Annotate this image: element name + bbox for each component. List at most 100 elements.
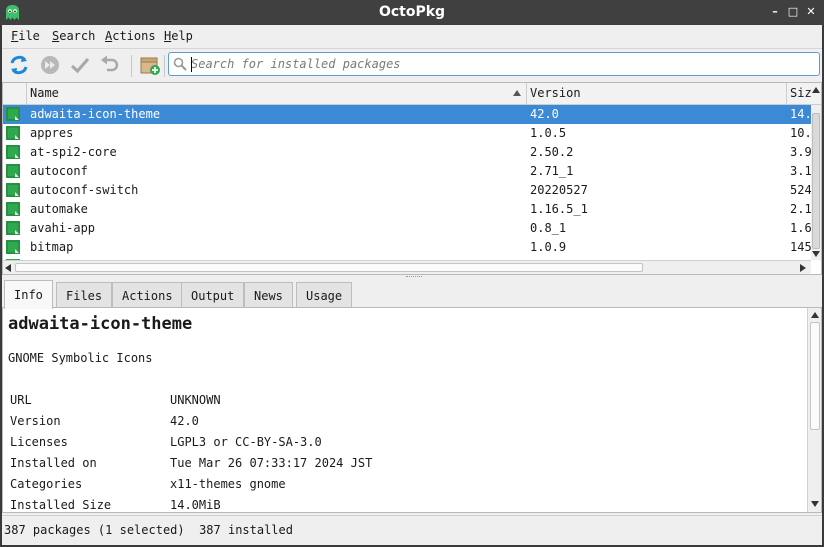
maximize-button[interactable]: □	[785, 3, 801, 21]
package-list-horizontal-scrollbar[interactable]	[3, 260, 811, 274]
column-header-name[interactable]: Name	[26, 83, 528, 104]
package-version: 20220527	[530, 183, 588, 197]
info-field-label: Installed Size	[10, 498, 112, 512]
package-row[interactable]: avahi-app 0.8_1 1.6MiB	[3, 219, 811, 238]
package-row[interactable]: adwaita-icon-theme 42.0 14.0MiB	[3, 105, 811, 124]
info-field-label: Licenses	[10, 435, 68, 449]
search-box[interactable]	[168, 52, 820, 76]
scroll-right-arrow-icon[interactable]	[800, 264, 806, 272]
package-size: 3.1MiB	[790, 164, 811, 178]
installed-package-icon	[6, 202, 20, 216]
tab-usage[interactable]: Usage	[296, 282, 353, 309]
info-field-label: Version	[10, 414, 61, 428]
installed-package-icon	[6, 221, 20, 235]
close-button[interactable]: ✕	[803, 3, 819, 21]
toolbar	[2, 48, 822, 81]
info-field-value: LGPL3 or CC-BY-SA-3.0	[170, 435, 322, 449]
info-field-label: Categories	[10, 477, 83, 491]
package-name: adwaita-icon-theme	[30, 107, 161, 121]
installed-package-icon	[6, 145, 20, 159]
toolbar-separator	[131, 55, 132, 77]
commit-icon[interactable]	[39, 54, 61, 76]
sort-ascending-icon	[513, 90, 521, 96]
text-caret	[191, 57, 192, 72]
window-title: OctoPkg	[378, 4, 446, 20]
install-local-package-icon[interactable]	[139, 54, 161, 76]
info-field-label: URL	[10, 393, 32, 407]
package-version: 0.8_1	[530, 221, 567, 235]
info-field-value: 42.0	[170, 414, 199, 428]
scrollbar-thumb[interactable]	[810, 322, 820, 430]
installed-package-icon	[6, 240, 20, 254]
menu-actions[interactable]: Actions	[105, 29, 156, 43]
package-row[interactable]: at-spi2-core 2.50.2 3.9MiB	[3, 143, 811, 162]
tab-info[interactable]: Info	[4, 280, 53, 309]
scroll-up-arrow-icon[interactable]	[811, 312, 819, 318]
tab-news[interactable]: News	[244, 282, 293, 309]
package-version: 2.71_1	[530, 164, 574, 178]
package-rows: adwaita-icon-theme 42.0 14.0MiB appres 1.0.5…	[3, 105, 811, 260]
scroll-down-arrow-icon[interactable]	[811, 501, 819, 507]
tab-actions[interactable]: Actions	[112, 282, 183, 309]
package-name: appres	[30, 126, 74, 140]
menu-file[interactable]: File	[11, 29, 40, 43]
package-row[interactable]: autoconf 2.71_1 3.1MiB	[3, 162, 811, 181]
scroll-left-arrow-icon[interactable]	[5, 264, 11, 272]
menu-bar: File Search Actions Help	[2, 25, 822, 47]
search-input[interactable]	[191, 54, 815, 74]
package-size: 14.0MiB	[790, 107, 811, 121]
info-field-value: x11-themes gnome	[170, 477, 286, 491]
status-bar: 387 packages (1 selected) 387 installed	[2, 515, 822, 543]
column-header-version[interactable]: Version	[526, 83, 788, 104]
installed-package-icon	[6, 126, 20, 140]
info-field-value: UNKNOWN	[170, 393, 221, 407]
installed-package-icon	[6, 183, 20, 197]
package-list: Name Version Size adwaita-icon-theme 42.0…	[2, 82, 822, 275]
splitter-handle[interactable]	[406, 276, 422, 279]
menu-search[interactable]: Search	[52, 29, 95, 43]
package-row[interactable]: appres 1.0.5 10.1KiB	[3, 124, 811, 143]
installed-package-icon	[6, 107, 20, 121]
tab-output[interactable]: Output	[181, 282, 245, 309]
status-text: 387 packages (1 selected) 387 installed	[4, 523, 293, 537]
package-list-vertical-scrollbar[interactable]	[811, 105, 821, 260]
minimize-button[interactable]: –	[767, 3, 783, 21]
info-package-name: adwaita-icon-theme	[8, 314, 193, 334]
info-field-label: Installed on	[10, 456, 97, 470]
scroll-up-arrow-icon[interactable]	[812, 87, 820, 93]
scrollbar-thumb[interactable]	[15, 263, 643, 272]
column-header-size[interactable]: Size	[786, 83, 811, 104]
package-list-header: Name Version Size	[3, 83, 821, 105]
info-vertical-scrollbar[interactable]	[807, 308, 821, 512]
apply-icon[interactable]	[69, 54, 91, 76]
package-size: 2.1MiB	[790, 202, 811, 216]
package-size: 145KiB	[790, 240, 811, 254]
info-package-description: GNOME Symbolic Icons	[8, 351, 153, 365]
title-bar[interactable]: OctoPkg – □ ✕	[0, 0, 824, 25]
package-row[interactable]: automake 1.16.5_1 2.1MiB	[3, 200, 811, 219]
toolbar-separator	[164, 55, 165, 77]
package-name: automake	[30, 202, 88, 216]
tab-files[interactable]: Files	[56, 282, 113, 309]
info-panel: adwaita-icon-theme GNOME Symbolic Icons …	[2, 307, 822, 513]
package-row[interactable]: autoconf-switch 20220527 524B	[3, 181, 811, 200]
sync-icon[interactable]	[8, 54, 30, 76]
search-icon	[173, 57, 187, 71]
package-version: 1.0.9	[530, 240, 567, 254]
menu-help[interactable]: Help	[164, 29, 193, 43]
undo-icon[interactable]	[99, 54, 121, 76]
scrollbar-thumb[interactable]	[812, 113, 820, 249]
package-version: 1.16.5_1	[530, 202, 588, 216]
package-version: 1.0.5	[530, 126, 567, 140]
package-size: 524B	[790, 183, 811, 197]
package-name: avahi-app	[30, 221, 96, 235]
package-size: 10.1KiB	[790, 126, 811, 140]
package-name: bitmap	[30, 240, 74, 254]
main-window: File Search Actions Help Search for inst…	[2, 25, 822, 545]
package-name: at-spi2-core	[30, 145, 117, 159]
tab-bar: Info Files Actions Output News Usage	[2, 280, 822, 309]
package-row[interactable]: bitmap 1.0.9 145KiB	[3, 238, 811, 257]
scroll-down-arrow-icon[interactable]	[812, 251, 820, 257]
package-size: 1.6MiB	[790, 221, 811, 235]
info-field-value: Tue Mar 26 07:33:17 2024 JST	[170, 456, 373, 470]
